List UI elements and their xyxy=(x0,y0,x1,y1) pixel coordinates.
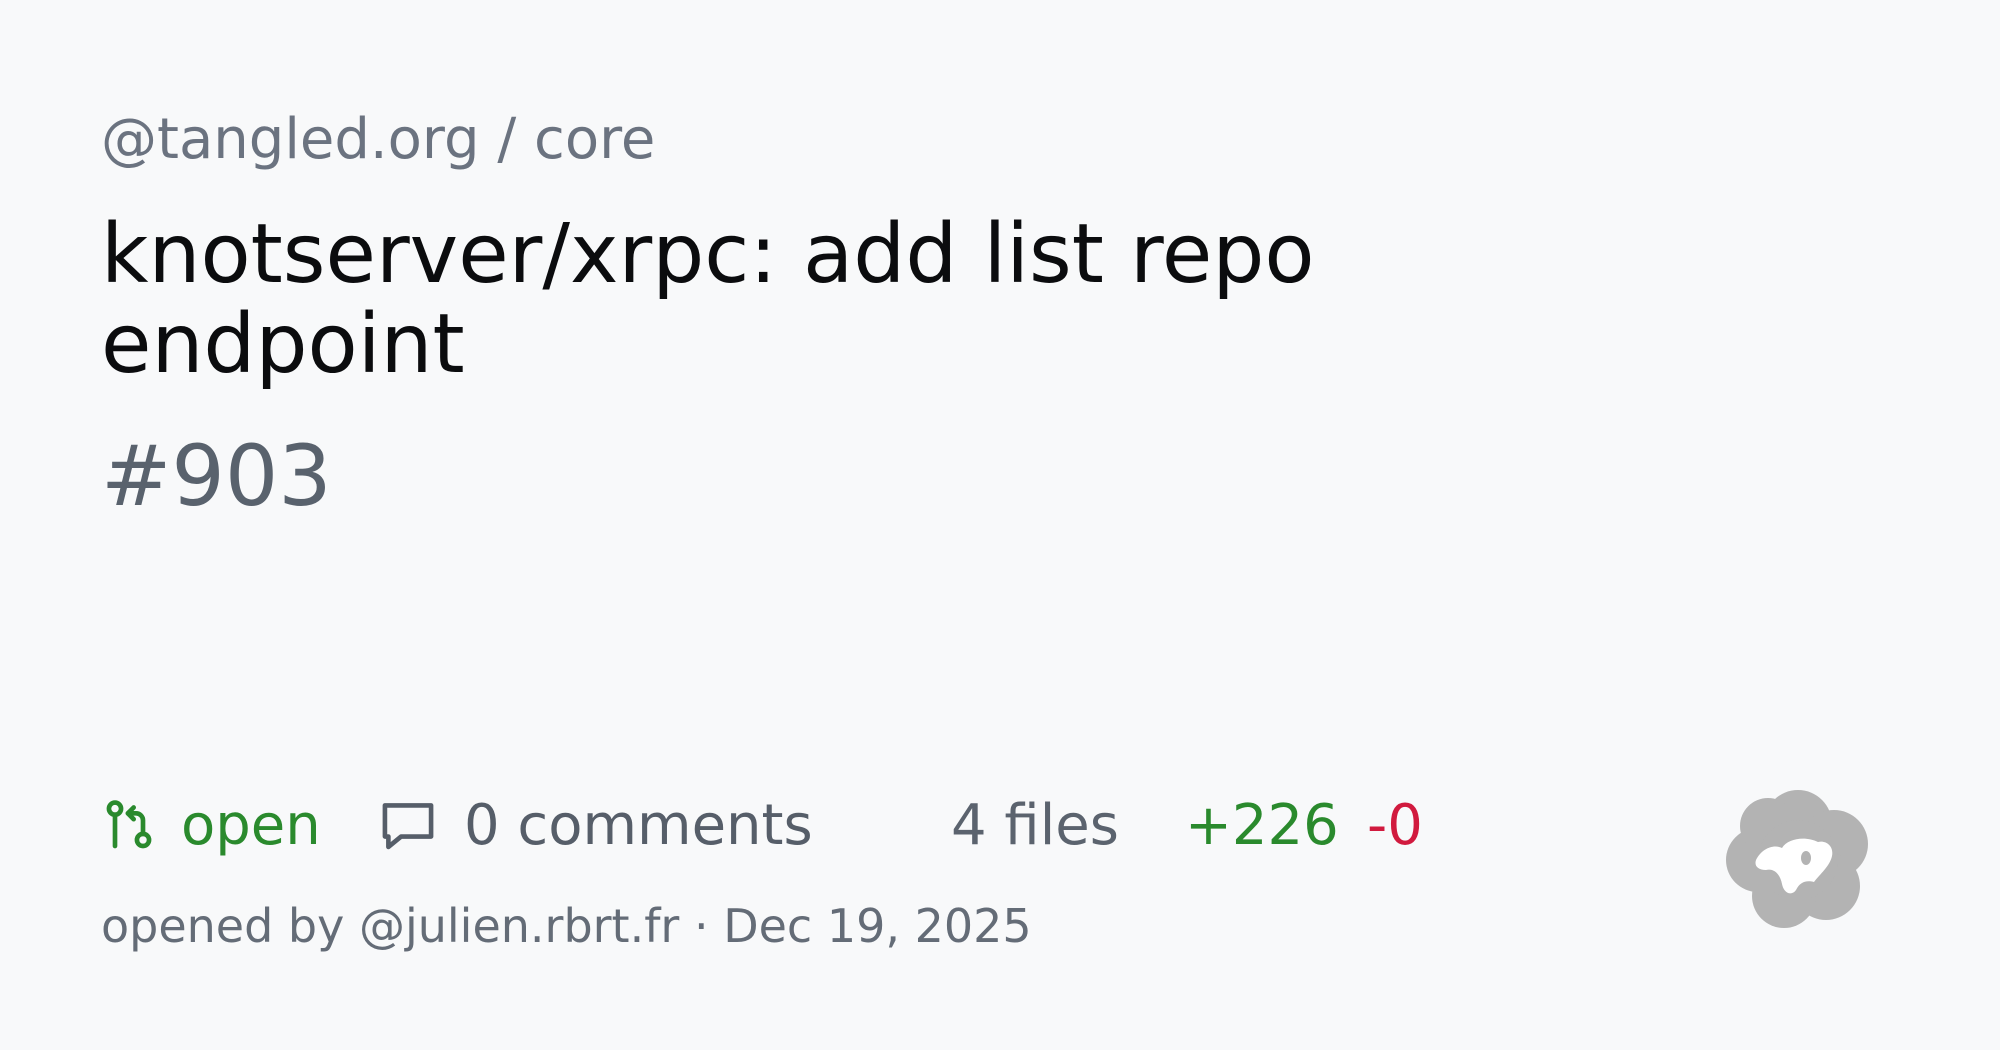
opened-by-line: opened by @julien.rbrt.fr · Dec 19, 2025 xyxy=(101,899,1032,953)
additions-count: +226 xyxy=(1185,785,1339,865)
status-badge: open xyxy=(101,785,321,865)
comment-icon xyxy=(382,803,434,850)
comments-label: 0 comments xyxy=(464,792,813,858)
files-changed[interactable]: 4 files xyxy=(951,785,1119,865)
deletions-label: -0 xyxy=(1367,792,1423,858)
git-pull-request-icon xyxy=(106,800,152,849)
pr-number: #903 xyxy=(101,427,332,525)
files-label: 4 files xyxy=(951,792,1119,858)
deletions-count: -0 xyxy=(1367,785,1423,865)
tangled-logo-icon xyxy=(1726,790,1868,928)
pull-request-card: @tangled.org / core knotserver/xrpc: add… xyxy=(0,0,2000,1050)
additions-label: +226 xyxy=(1185,792,1339,858)
repo-owner[interactable]: @tangled.org xyxy=(101,107,480,172)
pr-meta-row: open 0 comments 4 files +226 -0 xyxy=(101,785,1501,865)
pr-title: knotserver/xrpc: add list repo endpoint xyxy=(101,207,1315,392)
comments-count[interactable]: 0 comments xyxy=(378,785,813,865)
repo-separator: / xyxy=(497,107,517,172)
repo-breadcrumb[interactable]: @tangled.org / core xyxy=(101,104,655,176)
status-label: open xyxy=(181,792,321,858)
repo-name[interactable]: core xyxy=(534,107,655,172)
